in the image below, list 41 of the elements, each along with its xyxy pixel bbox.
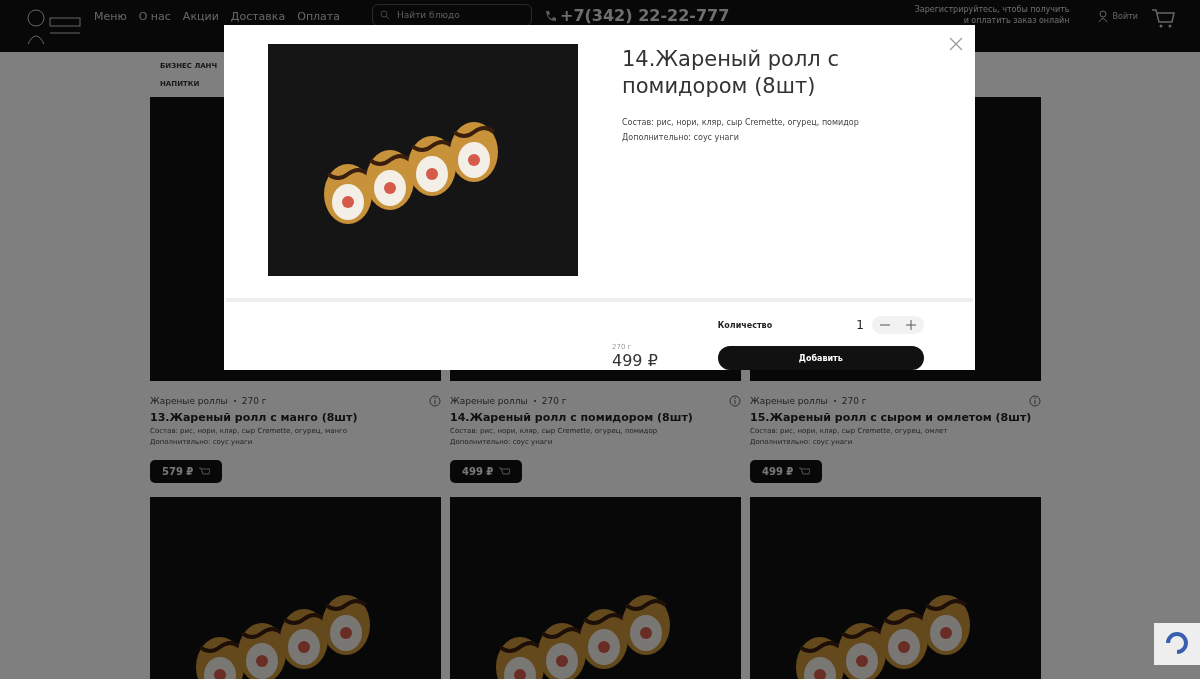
nav-link[interactable]: Акции	[182, 9, 219, 23]
product-weight: 270 г	[841, 396, 867, 406]
product-price: 499 ₽	[612, 351, 658, 370]
product-composition: Состав: рис, нори, кляр, сыр Cremette, огурец, помидор	[622, 116, 860, 129]
product-category: Жареные роллы	[450, 396, 528, 406]
quantity-value: 1	[856, 318, 864, 332]
plus-icon	[905, 320, 916, 330]
modal-title: 14.Жареный ролл с помидором (8шт)	[622, 46, 840, 101]
search-field[interactable]: Найти блюдо	[372, 4, 532, 26]
close-icon[interactable]	[949, 37, 963, 51]
cart-icon	[499, 466, 511, 477]
phone-icon	[544, 10, 556, 22]
product-title: 13.Жареный ролл с манго (8шт)	[150, 411, 359, 424]
product-title: 14.Жареный ролл с помидором (8шт)	[450, 411, 694, 424]
register-note: и оплатить заказ онлайн	[963, 15, 1070, 27]
search-icon	[380, 10, 390, 20]
product-category: Жареные роллы	[750, 396, 828, 406]
add-button[interactable]: Добавить	[717, 346, 924, 370]
phone-number[interactable]: +7(342) 22-22-777	[560, 8, 730, 24]
user-icon	[1097, 10, 1108, 22]
quantity-label: Количество	[717, 320, 773, 330]
info-icon[interactable]	[729, 395, 741, 407]
info-icon[interactable]	[1029, 395, 1041, 407]
product-weight: 270 г	[241, 396, 267, 406]
nav-link[interactable]: Оплата	[297, 9, 340, 23]
nav-link[interactable]: Доставка	[230, 9, 286, 23]
product-title: 15.Жареный ролл с сыром и омлетом (8шт)	[750, 411, 1033, 424]
product-extra: Дополнительно: соус унаги	[622, 131, 740, 144]
product-weight: 270 г	[541, 396, 567, 406]
price-button[interactable]: 579 ₽	[150, 460, 223, 483]
nav-link[interactable]: О нас	[138, 9, 171, 23]
nav-link[interactable]: Меню	[94, 9, 127, 23]
info-icon[interactable]	[429, 395, 441, 407]
product-category: Жареные роллы	[150, 396, 228, 406]
cart-icon	[199, 466, 211, 477]
register-note: Зарегистрируйтесь, чтобы получить	[914, 4, 1070, 16]
cart-icon	[799, 466, 811, 477]
price-button[interactable]: 499 ₽	[750, 460, 823, 483]
logo-icon[interactable]	[24, 6, 82, 46]
price-button[interactable]: 499 ₽	[450, 460, 523, 483]
login-link[interactable]: Войти	[1112, 11, 1138, 21]
